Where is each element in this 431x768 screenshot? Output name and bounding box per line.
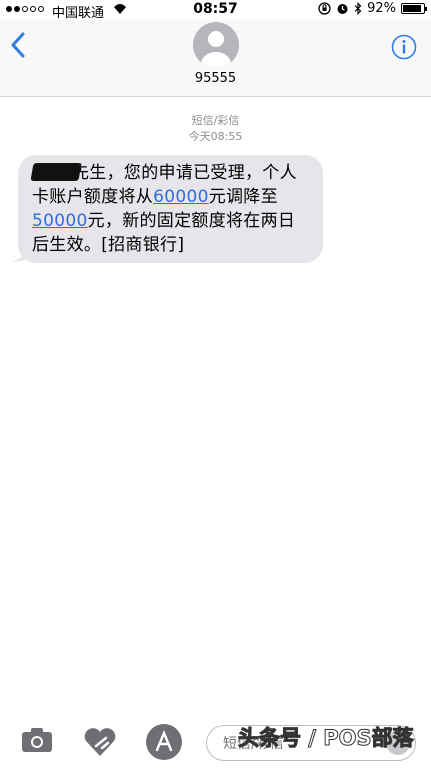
person-silhouette-icon: [201, 31, 231, 68]
camera-icon[interactable]: [20, 726, 54, 754]
incoming-message-bubble[interactable]: 先生，您的申请已受理，个人卡账户额度将从60000元调降至50000元，新的固定…: [18, 155, 323, 263]
digital-touch-heart-icon[interactable]: [82, 726, 118, 758]
message-type-label: 短信/彩信: [191, 114, 240, 127]
status-bar: 中国联通 08:57 92%: [0, 0, 431, 21]
contact-name[interactable]: 95555: [0, 71, 431, 86]
contact-avatar[interactable]: [193, 22, 239, 68]
info-icon[interactable]: [391, 34, 417, 60]
bluetooth-icon: [354, 2, 362, 15]
amount-from-link[interactable]: 60000: [153, 187, 209, 207]
battery-icon: [401, 3, 427, 14]
alarm-icon: [337, 4, 348, 14]
message-text-part2: 元调降至: [208, 187, 278, 207]
back-chevron-icon[interactable]: [10, 32, 26, 58]
message-timestamp: 今天08:55: [188, 130, 243, 143]
conversation-header: 95555: [0, 20, 431, 97]
battery-percent: 92%: [367, 1, 396, 16]
redacted-name: [30, 163, 82, 181]
orientation-lock-icon: [318, 2, 331, 15]
amount-to-link[interactable]: 50000: [32, 211, 88, 231]
watermark: 头条号 / POS部落: [238, 726, 415, 751]
app-store-icon[interactable]: [145, 723, 183, 761]
